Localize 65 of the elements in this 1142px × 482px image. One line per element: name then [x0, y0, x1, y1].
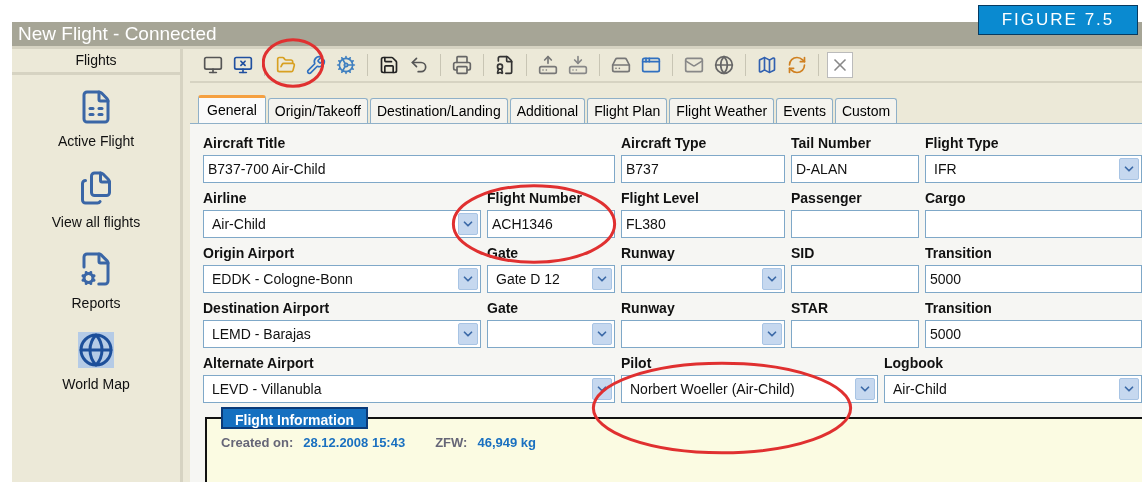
dropdown-field[interactable]: [621, 265, 785, 293]
input-field[interactable]: ACH1346: [487, 210, 615, 238]
info-label: Created on:: [221, 434, 294, 452]
tab[interactable]: Events: [776, 98, 833, 123]
documents-icon: [78, 170, 114, 206]
field-label: Runway: [621, 299, 676, 317]
field-label: Origin Airport: [203, 244, 296, 262]
field-label: Aircraft Type: [621, 134, 708, 152]
field-label: Flight Level: [621, 189, 700, 207]
dropdown-field[interactable]: Air-Child: [203, 210, 481, 238]
input-field[interactable]: B737-700 Air-Child: [203, 155, 615, 183]
window-title: New Flight - Connected: [18, 23, 217, 45]
field-label: Aircraft Title: [203, 134, 287, 152]
input-field[interactable]: 5000: [925, 320, 1142, 348]
dropdown-field[interactable]: LEMD - Barajas: [203, 320, 481, 348]
panel-title: Flight Information: [221, 407, 368, 429]
dropdown-field[interactable]: LEVD - Villanubla: [203, 375, 615, 403]
sidebar-item[interactable]: Reports: [71, 251, 121, 314]
dropdown-field[interactable]: Air-Child: [884, 375, 1142, 403]
field-label: Passenger: [791, 189, 863, 207]
field-label: Cargo: [925, 189, 967, 207]
input-field[interactable]: 5000: [925, 265, 1142, 293]
field-label: Transition: [925, 244, 993, 262]
field-label: Destination Airport: [203, 299, 331, 317]
dropdown-field[interactable]: Gate D 12: [487, 265, 615, 293]
input-field[interactable]: B737: [621, 155, 785, 183]
dropdown-field[interactable]: [487, 320, 615, 348]
close-icon[interactable]: [827, 52, 853, 78]
field-label: Alternate Airport: [203, 354, 315, 372]
field-label: SID: [791, 244, 816, 262]
field-label: Flight Type: [925, 134, 1000, 152]
tab[interactable]: Destination/Landing: [369, 98, 508, 123]
sidebar-item[interactable]: View all flights: [51, 170, 141, 233]
info-value: 28.12.2008 15:43: [303, 434, 406, 452]
tab[interactable]: Custom: [834, 98, 898, 123]
field-label: Pilot: [621, 354, 653, 372]
input-field[interactable]: [791, 265, 919, 293]
input-field[interactable]: [791, 210, 919, 238]
tab[interactable]: General: [198, 95, 266, 123]
input-field[interactable]: [791, 320, 919, 348]
field-label: Transition: [925, 299, 993, 317]
field-label: Runway: [621, 244, 676, 262]
dropdown-field[interactable]: [621, 320, 785, 348]
dropdown-field[interactable]: Norbert Woeller (Air-Child): [621, 375, 878, 403]
field-label: Gate: [487, 299, 520, 317]
info-label: ZFW:: [435, 434, 468, 452]
tab[interactable]: Origin/Takeoff: [267, 98, 368, 123]
field-label: Airline: [203, 189, 248, 207]
field-label: Tail Number: [791, 134, 872, 152]
input-field[interactable]: [925, 210, 1142, 238]
field-label: Logbook: [884, 354, 945, 372]
sidebar-item[interactable]: Active Flight: [57, 89, 135, 152]
dropdown-field[interactable]: EDDK - Cologne-Bonn: [203, 265, 481, 293]
field-label: STAR: [791, 299, 830, 317]
dropdown-field[interactable]: IFR: [925, 155, 1142, 183]
tab[interactable]: Additional: [509, 98, 586, 123]
tab[interactable]: Flight Plan: [587, 98, 668, 123]
input-field[interactable]: D-ALAN: [791, 155, 919, 183]
figure-label: FIGURE 7.5: [978, 5, 1138, 35]
world-map-icon: [78, 332, 114, 368]
tab[interactable]: Flight Weather: [669, 98, 775, 123]
info-value: 46,949 kg: [477, 434, 536, 452]
sidebar-item[interactable]: World Map: [62, 332, 130, 395]
input-field[interactable]: FL380: [621, 210, 785, 238]
field-label: Flight Number: [487, 189, 583, 207]
